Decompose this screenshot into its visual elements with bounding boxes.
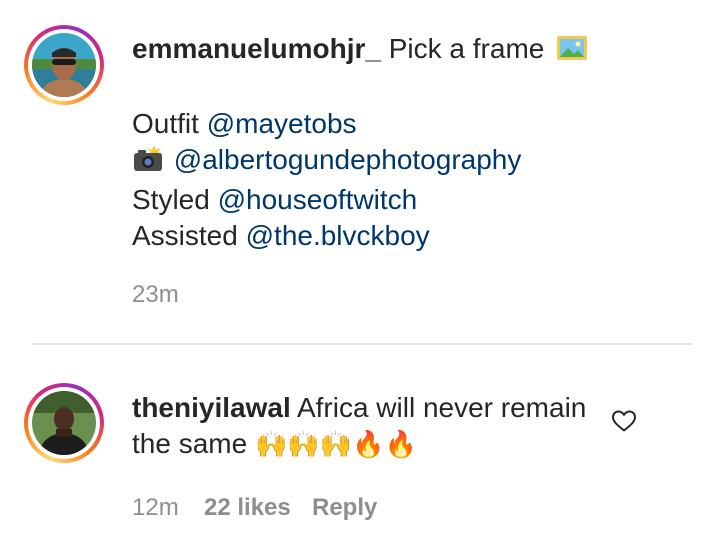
credit-line-outfit: Outfit @mayetobs xyxy=(132,106,588,142)
caption-author-avatar[interactable] xyxy=(24,25,104,105)
caption-first-line: emmanuelumohjr_ Pick a frame xyxy=(132,31,588,70)
credit-prefix: Assisted xyxy=(132,220,238,251)
comment-timestamp: 12m xyxy=(132,494,179,521)
comment-username[interactable]: theniyilawal xyxy=(132,392,291,423)
avatar-image xyxy=(32,391,96,455)
comment-author-avatar[interactable] xyxy=(24,383,104,463)
caption-username[interactable]: emmanuelumohjr_ xyxy=(132,33,381,64)
heart-outline-icon[interactable] xyxy=(611,409,637,433)
caption-timestamp: 23m xyxy=(132,281,179,308)
mention-link[interactable]: @the.blvckboy xyxy=(246,220,430,251)
credit-line-assisted: Assisted @the.blvckboy xyxy=(132,218,588,254)
avatar-ring-gap xyxy=(28,29,100,101)
avatar-ring-gap xyxy=(28,387,100,459)
mention-link[interactable]: @mayetobs xyxy=(207,108,357,139)
framed-picture-icon xyxy=(556,34,588,70)
mention-link[interactable]: @albertogundephotography xyxy=(174,144,522,175)
comment-text-block: theniyilawal Africa will never remain th… xyxy=(132,390,602,462)
credit-prefix: Styled xyxy=(132,184,210,215)
caption-text-block: emmanuelumohjr_ Pick a frame Outfit @may… xyxy=(132,31,588,254)
camera-flash-icon xyxy=(132,143,166,182)
reply-button[interactable]: Reply xyxy=(312,494,377,522)
avatar-image xyxy=(32,33,96,97)
credit-line-photography: @albertogundephotography xyxy=(132,142,588,182)
mention-link[interactable]: @houseoftwitch xyxy=(218,184,418,215)
caption-divider xyxy=(32,343,692,345)
credit-line-styled: Styled @houseoftwitch xyxy=(132,182,588,218)
credit-prefix: Outfit xyxy=(132,108,199,139)
comment-emojis: 🙌🙌🙌🔥🔥 xyxy=(254,429,417,459)
caption-first-line-text: Pick a frame xyxy=(388,33,545,64)
comment-likes-count[interactable]: 22 likes xyxy=(204,494,291,522)
